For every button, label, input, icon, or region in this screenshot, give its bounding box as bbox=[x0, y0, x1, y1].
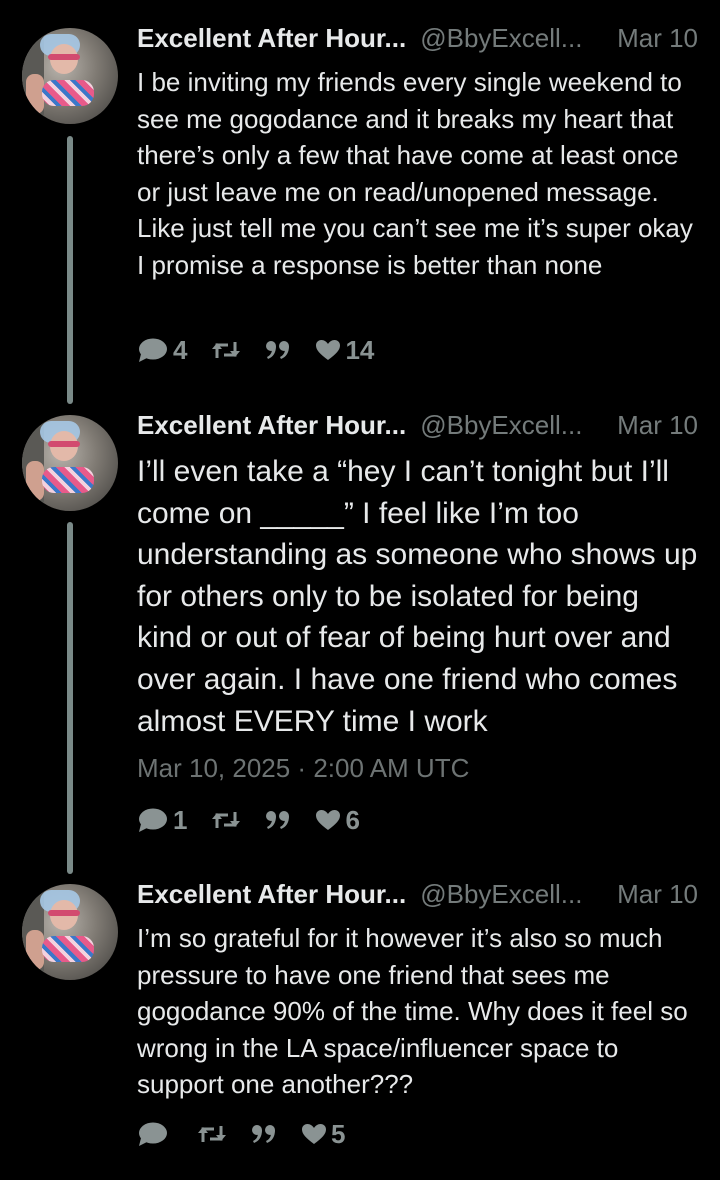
like-button[interactable]: 14 bbox=[315, 335, 374, 366]
avatar[interactable] bbox=[22, 415, 118, 511]
tweet-text: I be inviting my friends every single we… bbox=[137, 67, 693, 280]
heart-icon bbox=[316, 340, 341, 360]
like-button[interactable]: 5 bbox=[301, 1119, 345, 1150]
reply-count: 1 bbox=[173, 804, 188, 835]
avatar[interactable] bbox=[22, 884, 118, 980]
retweet-button[interactable] bbox=[197, 1123, 227, 1145]
quote-button[interactable] bbox=[265, 340, 291, 360]
author-name[interactable]: Excellent After Hour... bbox=[137, 410, 406, 440]
like-count: 14 bbox=[345, 334, 375, 365]
reply-bubble-icon bbox=[139, 808, 167, 832]
reply-count: 4 bbox=[173, 334, 188, 365]
reply-button[interactable] bbox=[137, 1121, 173, 1147]
quote-button[interactable] bbox=[251, 1124, 277, 1144]
quote-icon bbox=[266, 341, 290, 359]
reply-button[interactable]: 4 bbox=[137, 335, 187, 366]
thread-line bbox=[67, 522, 73, 874]
tweet-header: Excellent After Hour... @BbyExcell... Mar… bbox=[137, 876, 702, 912]
reply-bubble-icon bbox=[139, 338, 167, 362]
retweet-button[interactable] bbox=[211, 339, 241, 361]
author-handle[interactable]: @BbyExcell... bbox=[420, 410, 582, 440]
full-timestamp[interactable]: Mar 10, 2025 · 2:00 AM UTC bbox=[137, 753, 469, 784]
tweet-header: Excellent After Hour... @BbyExcell... Mar… bbox=[137, 20, 702, 56]
quote-icon bbox=[266, 811, 290, 829]
like-count: 5 bbox=[331, 1118, 346, 1149]
quote-button[interactable] bbox=[265, 810, 291, 830]
author-handle[interactable]: @BbyExcell... bbox=[420, 879, 582, 909]
like-count: 6 bbox=[345, 804, 360, 835]
retweet-icon bbox=[212, 342, 241, 358]
tweet-actions: 4 14 bbox=[137, 333, 398, 367]
reply-button[interactable]: 1 bbox=[137, 805, 187, 836]
avatar[interactable] bbox=[22, 28, 118, 124]
author-handle[interactable]: @BbyExcell... bbox=[420, 23, 582, 53]
retweet-icon bbox=[198, 1126, 226, 1142]
tweet-date[interactable]: Mar 10 bbox=[617, 876, 698, 912]
retweet-icon bbox=[212, 812, 241, 828]
quote-icon bbox=[252, 1125, 275, 1143]
tweet-date[interactable]: Mar 10 bbox=[617, 20, 698, 56]
thread-line bbox=[67, 136, 73, 404]
author-name[interactable]: Excellent After Hour... bbox=[137, 879, 406, 909]
heart-icon bbox=[316, 810, 341, 830]
reply-bubble-icon bbox=[139, 1122, 167, 1146]
tweet-header: Excellent After Hour... @BbyExcell... Mar… bbox=[137, 407, 702, 443]
like-button[interactable]: 6 bbox=[315, 804, 360, 836]
tweet-text: I’m so grateful for it however it’s also… bbox=[137, 923, 688, 1099]
tweet-date[interactable]: Mar 10 bbox=[617, 407, 698, 443]
tweet-text: I’ll even take a “hey I can’t tonight bu… bbox=[137, 455, 698, 738]
tweet-actions: 1 6 bbox=[137, 803, 384, 837]
author-name[interactable]: Excellent After Hour... bbox=[137, 23, 406, 53]
retweet-button[interactable] bbox=[211, 809, 241, 831]
tweet-actions: 5 bbox=[137, 1117, 369, 1151]
heart-icon bbox=[302, 1124, 326, 1144]
